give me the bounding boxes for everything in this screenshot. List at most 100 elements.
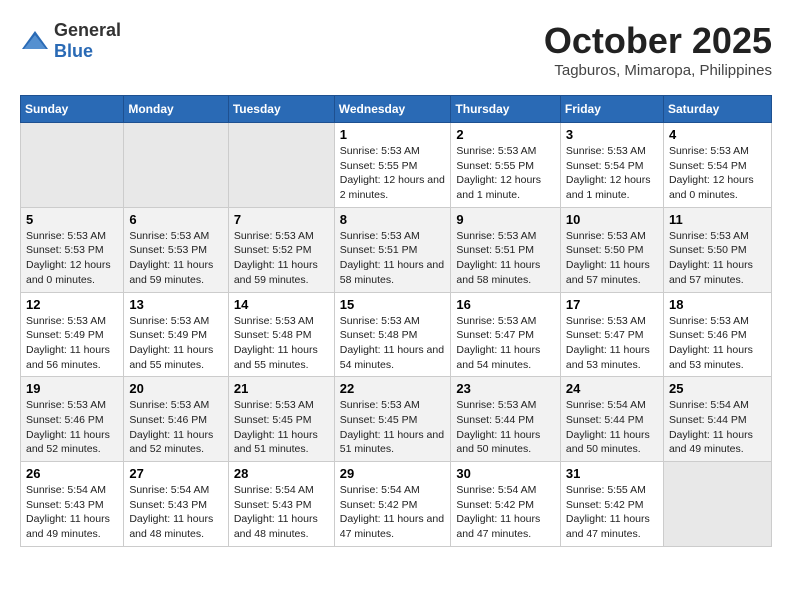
calendar-cell: 23Sunrise: 5:53 AMSunset: 5:44 PMDayligh… bbox=[451, 377, 560, 462]
cell-sun-info: Sunrise: 5:53 AMSunset: 5:55 PMDaylight:… bbox=[340, 144, 446, 203]
calendar-cell: 17 Sunrise: 5:53 AMSunset: 5:47 PMDayligh… bbox=[560, 292, 663, 377]
logo-general: General bbox=[54, 20, 121, 40]
calendar-cell: 15 Sunrise: 5:53 AMSunset: 5:48 PMDayligh… bbox=[334, 292, 451, 377]
day-number: 21 bbox=[234, 381, 329, 396]
day-number: 22 bbox=[340, 381, 446, 396]
calendar-cell: 26 Sunrise: 5:54 AMSunset: 5:43 PMDayligh… bbox=[21, 462, 124, 547]
day-number: 7 bbox=[234, 212, 329, 227]
calendar-cell: 30Sunrise: 5:54 AMSunset: 5:42 PMDayligh… bbox=[451, 462, 560, 547]
calendar-cell: 5 Sunrise: 5:53 AMSunset: 5:53 PMDaylight… bbox=[21, 207, 124, 292]
day-number: 15 bbox=[340, 297, 446, 312]
logo: General Blue bbox=[20, 20, 121, 62]
calendar-cell: 2 Sunrise: 5:53 AMSunset: 5:55 PMDaylight… bbox=[451, 123, 560, 208]
calendar-cell: 3 Sunrise: 5:53 AMSunset: 5:54 PMDaylight… bbox=[560, 123, 663, 208]
day-number: 24 bbox=[566, 381, 658, 396]
col-header-sunday: Sunday bbox=[21, 96, 124, 123]
day-number: 11 bbox=[669, 212, 766, 227]
calendar-cell: 31Sunrise: 5:55 AMSunset: 5:42 PMDayligh… bbox=[560, 462, 663, 547]
day-number: 10 bbox=[566, 212, 658, 227]
cell-sun-info: Sunrise: 5:53 AMSunset: 5:46 PMDaylight:… bbox=[129, 398, 223, 457]
cell-sun-info: Sunrise: 5:54 AMSunset: 5:44 PMDaylight:… bbox=[566, 398, 658, 457]
calendar-cell: 8Sunrise: 5:53 AMSunset: 5:51 PMDaylight… bbox=[334, 207, 451, 292]
cell-sun-info: Sunrise: 5:53 AMSunset: 5:53 PMDaylight:… bbox=[26, 229, 118, 288]
cell-sun-info: Sunrise: 5:53 AMSunset: 5:47 PMDaylight:… bbox=[566, 314, 658, 373]
cell-sun-info: Sunrise: 5:53 AMSunset: 5:50 PMDaylight:… bbox=[566, 229, 658, 288]
calendar-cell bbox=[21, 123, 124, 208]
day-number: 29 bbox=[340, 466, 446, 481]
day-number: 18 bbox=[669, 297, 766, 312]
cell-sun-info: Sunrise: 5:53 AMSunset: 5:52 PMDaylight:… bbox=[234, 229, 329, 288]
day-number: 17 bbox=[566, 297, 658, 312]
cell-sun-info: Sunrise: 5:53 AMSunset: 5:45 PMDaylight:… bbox=[340, 398, 446, 457]
calendar-cell: 9 Sunrise: 5:53 AMSunset: 5:51 PMDaylight… bbox=[451, 207, 560, 292]
cell-sun-info: Sunrise: 5:54 AMSunset: 5:43 PMDaylight:… bbox=[26, 483, 118, 542]
logo-icon bbox=[20, 29, 50, 53]
calendar-cell bbox=[663, 462, 771, 547]
cell-sun-info: Sunrise: 5:55 AMSunset: 5:42 PMDaylight:… bbox=[566, 483, 658, 542]
day-number: 19 bbox=[26, 381, 118, 396]
calendar-table: SundayMondayTuesdayWednesdayThursdayFrid… bbox=[20, 95, 772, 547]
day-number: 16 bbox=[456, 297, 554, 312]
day-number: 5 bbox=[26, 212, 118, 227]
calendar-cell: 27Sunrise: 5:54 AMSunset: 5:43 PMDayligh… bbox=[124, 462, 229, 547]
day-number: 12 bbox=[26, 297, 118, 312]
calendar-cell: 10 Sunrise: 5:53 AMSunset: 5:50 PMDayligh… bbox=[560, 207, 663, 292]
cell-sun-info: Sunrise: 5:53 AMSunset: 5:49 PMDaylight:… bbox=[26, 314, 118, 373]
day-number: 14 bbox=[234, 297, 329, 312]
cell-sun-info: Sunrise: 5:53 AMSunset: 5:50 PMDaylight:… bbox=[669, 229, 766, 288]
day-number: 30 bbox=[456, 466, 554, 481]
day-number: 2 bbox=[456, 127, 554, 142]
cell-sun-info: Sunrise: 5:53 AMSunset: 5:54 PMDaylight:… bbox=[669, 144, 766, 203]
cell-sun-info: Sunrise: 5:53 AMSunset: 5:48 PMDaylight:… bbox=[234, 314, 329, 373]
cell-sun-info: Sunrise: 5:53 AMSunset: 5:53 PMDaylight:… bbox=[129, 229, 223, 288]
col-header-monday: Monday bbox=[124, 96, 229, 123]
day-number: 13 bbox=[129, 297, 223, 312]
day-number: 1 bbox=[340, 127, 446, 142]
calendar-cell: 11 Sunrise: 5:53 AMSunset: 5:50 PMDayligh… bbox=[663, 207, 771, 292]
cell-sun-info: Sunrise: 5:53 AMSunset: 5:51 PMDaylight:… bbox=[456, 229, 554, 288]
col-header-saturday: Saturday bbox=[663, 96, 771, 123]
calendar-cell: 28 Sunrise: 5:54 AMSunset: 5:43 PMDayligh… bbox=[228, 462, 334, 547]
week-row-3: 12 Sunrise: 5:53 AMSunset: 5:49 PMDayligh… bbox=[21, 292, 772, 377]
cell-sun-info: Sunrise: 5:53 AMSunset: 5:54 PMDaylight:… bbox=[566, 144, 658, 203]
col-header-friday: Friday bbox=[560, 96, 663, 123]
page-header: General Blue October 2025 Tagburos, Mima… bbox=[20, 20, 772, 79]
cell-sun-info: Sunrise: 5:53 AMSunset: 5:55 PMDaylight:… bbox=[456, 144, 554, 203]
col-header-wednesday: Wednesday bbox=[334, 96, 451, 123]
day-number: 26 bbox=[26, 466, 118, 481]
calendar-cell: 6Sunrise: 5:53 AMSunset: 5:53 PMDaylight… bbox=[124, 207, 229, 292]
calendar-cell bbox=[228, 123, 334, 208]
calendar-cell: 25Sunrise: 5:54 AMSunset: 5:44 PMDayligh… bbox=[663, 377, 771, 462]
header-row: SundayMondayTuesdayWednesdayThursdayFrid… bbox=[21, 96, 772, 123]
logo-blue: Blue bbox=[54, 41, 93, 61]
title-block: October 2025 Tagburos, Mimaropa, Philipp… bbox=[544, 20, 772, 79]
calendar-cell: 21Sunrise: 5:53 AMSunset: 5:45 PMDayligh… bbox=[228, 377, 334, 462]
subtitle: Tagburos, Mimaropa, Philippines bbox=[544, 62, 772, 79]
calendar-cell bbox=[124, 123, 229, 208]
logo-text: General Blue bbox=[54, 20, 121, 62]
week-row-2: 5 Sunrise: 5:53 AMSunset: 5:53 PMDaylight… bbox=[21, 207, 772, 292]
calendar-cell: 20Sunrise: 5:53 AMSunset: 5:46 PMDayligh… bbox=[124, 377, 229, 462]
day-number: 3 bbox=[566, 127, 658, 142]
calendar-cell: 4 Sunrise: 5:53 AMSunset: 5:54 PMDaylight… bbox=[663, 123, 771, 208]
day-number: 27 bbox=[129, 466, 223, 481]
cell-sun-info: Sunrise: 5:53 AMSunset: 5:46 PMDaylight:… bbox=[669, 314, 766, 373]
calendar-cell: 14 Sunrise: 5:53 AMSunset: 5:48 PMDayligh… bbox=[228, 292, 334, 377]
calendar-cell: 13Sunrise: 5:53 AMSunset: 5:49 PMDayligh… bbox=[124, 292, 229, 377]
cell-sun-info: Sunrise: 5:54 AMSunset: 5:43 PMDaylight:… bbox=[234, 483, 329, 542]
calendar-cell: 16 Sunrise: 5:53 AMSunset: 5:47 PMDayligh… bbox=[451, 292, 560, 377]
col-header-thursday: Thursday bbox=[451, 96, 560, 123]
cell-sun-info: Sunrise: 5:54 AMSunset: 5:42 PMDaylight:… bbox=[340, 483, 446, 542]
day-number: 4 bbox=[669, 127, 766, 142]
week-row-1: 1 Sunrise: 5:53 AMSunset: 5:55 PMDaylight… bbox=[21, 123, 772, 208]
cell-sun-info: Sunrise: 5:53 AMSunset: 5:47 PMDaylight:… bbox=[456, 314, 554, 373]
day-number: 28 bbox=[234, 466, 329, 481]
cell-sun-info: Sunrise: 5:54 AMSunset: 5:44 PMDaylight:… bbox=[669, 398, 766, 457]
cell-sun-info: Sunrise: 5:53 AMSunset: 5:48 PMDaylight:… bbox=[340, 314, 446, 373]
day-number: 9 bbox=[456, 212, 554, 227]
cell-sun-info: Sunrise: 5:53 AMSunset: 5:46 PMDaylight:… bbox=[26, 398, 118, 457]
calendar-cell: 29 Sunrise: 5:54 AMSunset: 5:42 PMDayligh… bbox=[334, 462, 451, 547]
main-title: October 2025 bbox=[544, 20, 772, 62]
cell-sun-info: Sunrise: 5:53 AMSunset: 5:51 PMDaylight:… bbox=[340, 229, 446, 288]
col-header-tuesday: Tuesday bbox=[228, 96, 334, 123]
